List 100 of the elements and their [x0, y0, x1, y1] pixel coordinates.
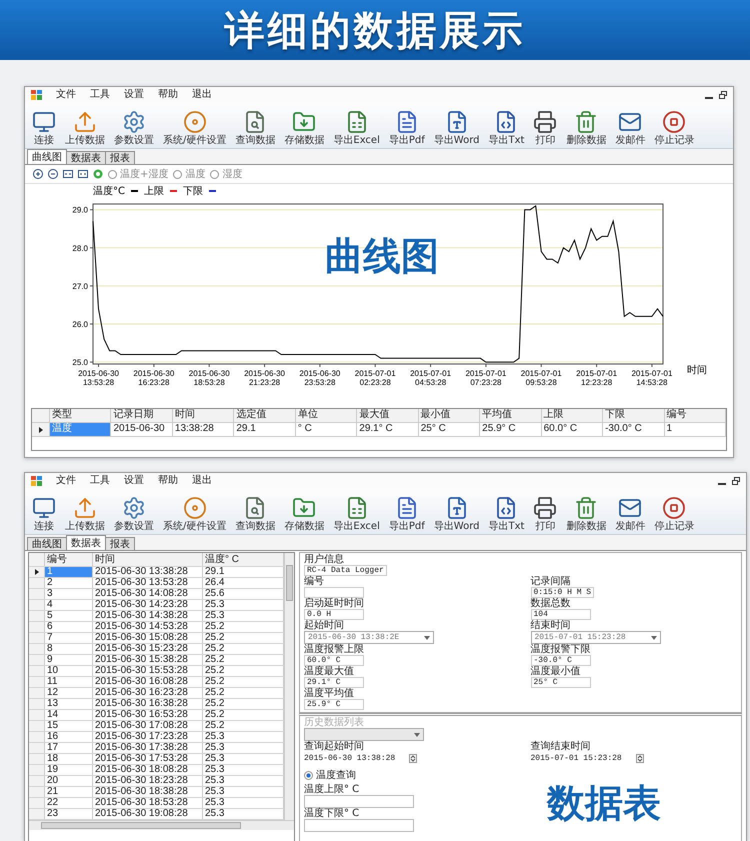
menu-item[interactable]: 工具: [90, 475, 110, 487]
dropdown[interactable]: 2015-07-01 15:23:28: [530, 631, 660, 644]
field-label: 温度报警下限: [530, 644, 592, 655]
scrollbar[interactable]: [284, 553, 294, 820]
text-field[interactable]: -30.0° C: [530, 655, 590, 666]
toolbar-button[interactable]: 停止记录: [651, 496, 698, 532]
input-field[interactable]: [304, 819, 414, 832]
toolbar-button[interactable]: 导出Txt: [485, 110, 528, 146]
scrollbar[interactable]: [29, 820, 294, 830]
fit-icon[interactable]: [78, 169, 88, 179]
column-header: 编号: [664, 409, 726, 422]
column-header: 上限: [542, 409, 604, 422]
column-header: 选定值: [234, 409, 296, 422]
toolbar-button[interactable]: 导出Pdf: [386, 110, 428, 146]
field-label: 编号: [304, 576, 325, 587]
text-field[interactable]: RC-4 Data Logger: [304, 565, 387, 576]
dropdown[interactable]: 2015-06-30 13:38:2E: [304, 631, 434, 644]
radio-button[interactable]: 温度+湿度: [108, 168, 168, 180]
folder-icon: [292, 110, 316, 134]
date-time-field[interactable]: 2015-06-30 13:38:28: [304, 752, 510, 765]
restore-icon[interactable]: [732, 477, 740, 485]
toolbar-button[interactable]: 连接: [29, 110, 59, 146]
text-field[interactable]: 0:15:0 H M S: [530, 587, 594, 598]
text-field[interactable]: 0.0 H: [304, 609, 364, 620]
date-time-field[interactable]: 2015-07-01 15:23:28: [530, 752, 737, 765]
toolbar-button[interactable]: 发邮件: [612, 110, 648, 146]
tab[interactable]: 曲线图: [27, 537, 67, 550]
column-header: 平均值: [480, 409, 542, 422]
toolbar-button[interactable]: 删除数据: [563, 110, 610, 146]
table-cell: 23: [45, 809, 93, 819]
field-label: 温度报警上限: [304, 644, 365, 655]
toolbar-button[interactable]: 上传数据: [62, 110, 108, 146]
toolbar-button[interactable]: 参数设置: [111, 496, 157, 532]
toolbar-button[interactable]: 发邮件: [612, 496, 648, 532]
table-cell: 20: [45, 776, 93, 786]
column-header: 编号: [45, 553, 93, 566]
menu-item[interactable]: 退出: [192, 475, 212, 487]
tab[interactable]: 报表: [105, 151, 135, 164]
zoom-out-icon[interactable]: [48, 169, 58, 179]
toolbar-button[interactable]: 导出Word: [430, 496, 482, 532]
text-field[interactable]: 60.0° C: [304, 655, 364, 666]
toolbar-button[interactable]: 打印: [530, 496, 560, 532]
input-field[interactable]: [304, 795, 414, 808]
menu-item[interactable]: 帮助: [158, 475, 178, 487]
tab[interactable]: 数据表: [66, 535, 106, 550]
text-field[interactable]: [304, 587, 364, 598]
text-field[interactable]: 25.9° C: [304, 699, 364, 710]
toolbar-button[interactable]: 导出Pdf: [386, 496, 428, 532]
spin-icon: [409, 754, 418, 763]
column-header: 时间: [93, 553, 203, 566]
table-cell: 17: [45, 743, 93, 753]
tab[interactable]: 曲线图: [27, 149, 67, 164]
toolbar-button[interactable]: 系统/硬件设置: [160, 110, 230, 146]
text-field[interactable]: 29.1° C: [304, 677, 364, 688]
printer-icon: [533, 496, 558, 520]
stop-icon: [662, 496, 686, 520]
menu-item[interactable]: 设置: [124, 475, 144, 487]
toolbar-button[interactable]: 导出Excel: [330, 496, 383, 532]
table-cell: 2015-06-30 14:23:28: [93, 600, 203, 610]
toolbar-button[interactable]: 查询数据: [232, 110, 278, 146]
field-label: 起始时间: [304, 620, 345, 631]
toolbar-button[interactable]: 参数设置: [111, 110, 157, 146]
table-cell: 18: [45, 754, 93, 764]
tab[interactable]: 数据表: [66, 151, 106, 164]
toolbar-button[interactable]: 连接: [29, 496, 59, 532]
toolbar-button[interactable]: 系统/硬件设置: [160, 496, 230, 532]
toolbar-button[interactable]: 存储数据: [281, 496, 328, 532]
menu-item[interactable]: 文件: [56, 89, 76, 101]
tab[interactable]: 报表: [105, 537, 135, 550]
radio-button[interactable]: 湿度: [210, 168, 242, 180]
toolbar-button[interactable]: 上传数据: [62, 496, 108, 532]
toolbar-button[interactable]: 打印: [530, 110, 560, 146]
menu-item[interactable]: 退出: [192, 89, 212, 101]
toolbar-button[interactable]: 导出Word: [430, 110, 482, 146]
radio-button[interactable]: 温度: [173, 168, 206, 180]
text-field[interactable]: 104: [530, 609, 590, 620]
toolbar-button[interactable]: 删除数据: [563, 496, 610, 532]
toolbar-button[interactable]: 导出Excel: [330, 110, 383, 146]
text-field[interactable]: 25° C: [530, 677, 590, 688]
fit-icon[interactable]: [63, 169, 73, 179]
table-cell: 2015-06-30 18:08:28: [93, 765, 203, 775]
restore-icon[interactable]: [719, 91, 727, 99]
table-cell: 2015-06-30 15:53:28: [93, 666, 203, 676]
axis-tick-label: 2015-06-30 23:53:28: [299, 369, 340, 387]
radio-button[interactable]: 温度查询: [304, 770, 356, 781]
menu-item[interactable]: 设置: [124, 89, 144, 101]
table-cell: 13:38:28: [172, 423, 234, 436]
menu-item[interactable]: 文件: [56, 475, 76, 487]
field-label: 记录间隔: [530, 576, 572, 587]
axis-tick-label: 2015-06-30 13:53:28: [78, 369, 119, 387]
menu-item[interactable]: 帮助: [158, 89, 178, 101]
zoom-in-icon[interactable]: [33, 169, 43, 179]
table-cell: 2015-06-30 17:38:28: [93, 743, 203, 753]
toolbar-button[interactable]: 停止记录: [651, 110, 698, 146]
toolbar-button[interactable]: 导出Txt: [485, 496, 528, 532]
table-cell: 14: [45, 710, 93, 720]
table-cell: 11: [45, 677, 93, 687]
toolbar-button[interactable]: 查询数据: [232, 496, 278, 532]
menu-item[interactable]: 工具: [90, 89, 110, 101]
toolbar-button[interactable]: 存储数据: [281, 110, 328, 146]
